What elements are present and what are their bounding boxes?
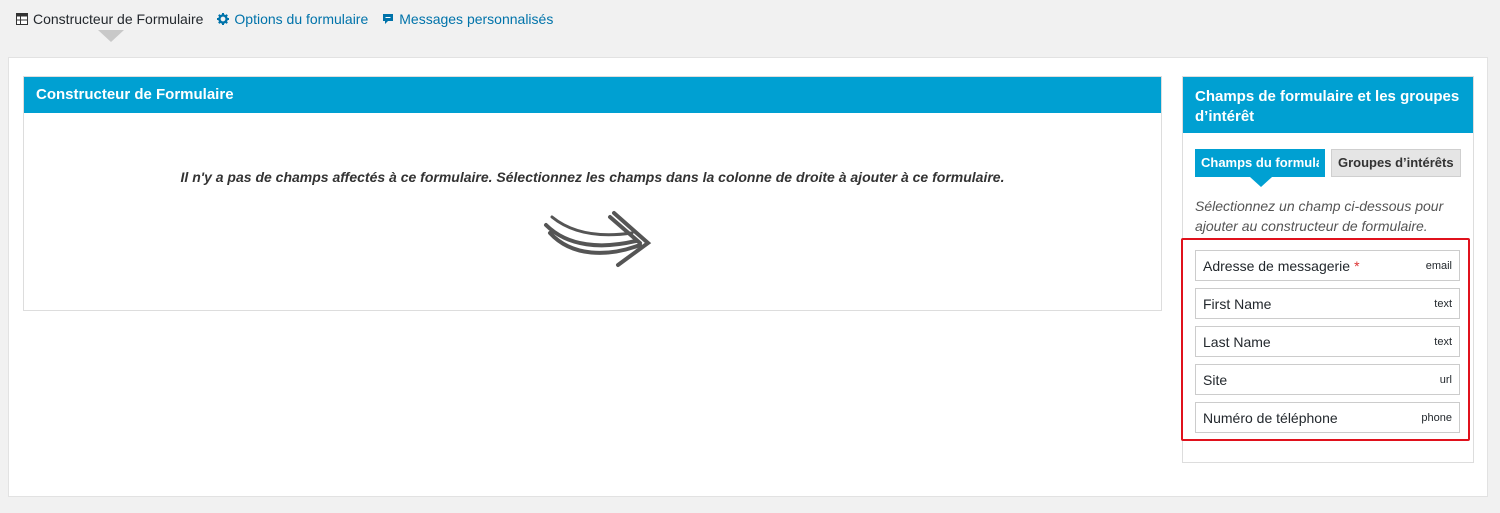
sidebar-title: Champs de formulaire et les groupes d’in… xyxy=(1183,77,1473,133)
required-asterisk: * xyxy=(1354,257,1360,274)
tab-form-options[interactable]: Options du formulaire xyxy=(217,11,368,27)
form-builder-title: Constructeur de Formulaire xyxy=(24,77,1161,113)
field-item-last-name[interactable]: Last Name text xyxy=(1195,326,1460,357)
field-label: First Name xyxy=(1203,295,1272,312)
right-arrow-icon xyxy=(540,203,652,269)
tab-form-builder[interactable]: Constructeur de Formulaire xyxy=(16,11,203,27)
field-label: Last Name xyxy=(1203,333,1271,350)
field-list: Adresse de messagerie * email First Name … xyxy=(1195,250,1460,440)
form-builder-panel: Constructeur de Formulaire Il n'y a pas … xyxy=(23,76,1162,311)
field-type: text xyxy=(1434,335,1452,348)
form-tabs: Constructeur de Formulaire Options du fo… xyxy=(16,8,553,30)
tab-interest-groups-label: Groupes d’intérêts xyxy=(1338,155,1454,170)
field-item-site[interactable]: Site url xyxy=(1195,364,1460,395)
field-label: Site xyxy=(1203,371,1228,388)
field-type: url xyxy=(1439,373,1452,386)
field-label: Adresse de messagerie xyxy=(1203,257,1351,274)
table-icon xyxy=(16,13,28,25)
field-type: email xyxy=(1425,259,1452,272)
tab-form-fields[interactable]: Champs du formulaire xyxy=(1195,149,1325,187)
comment-icon xyxy=(382,13,394,25)
tab-form-options-label: Options du formulaire xyxy=(234,11,369,27)
field-label: Numéro de téléphone xyxy=(1203,409,1338,426)
field-item-first-name[interactable]: First Name text xyxy=(1195,288,1460,319)
sidebar-instructions: Sélectionnez un champ ci-dessous pour aj… xyxy=(1195,198,1444,234)
sidebar-tabs: Champs du formulaire Groupes d’intérêts xyxy=(1195,149,1461,187)
field-item-email[interactable]: Adresse de messagerie * email xyxy=(1195,250,1460,281)
tab-form-fields-label: Champs du formulaire xyxy=(1201,155,1319,170)
empty-fields-message: Il n'y a pas de champs affectés à ce for… xyxy=(180,169,1005,185)
field-item-phone[interactable]: Numéro de téléphone phone xyxy=(1195,402,1460,433)
tab-custom-messages-label: Messages personnalisés xyxy=(399,11,554,27)
active-tab-pointer xyxy=(98,30,124,42)
tab-form-builder-label: Constructeur de Formulaire xyxy=(33,11,204,27)
field-type: text xyxy=(1434,297,1452,310)
gear-icon xyxy=(217,13,230,25)
fields-highlight-box: Adresse de messagerie * email First Name … xyxy=(1181,238,1470,441)
tab-custom-messages[interactable]: Messages personnalisés xyxy=(382,11,553,27)
tab-interest-groups[interactable]: Groupes d’intérêts xyxy=(1331,149,1461,177)
field-type: phone xyxy=(1421,411,1452,424)
